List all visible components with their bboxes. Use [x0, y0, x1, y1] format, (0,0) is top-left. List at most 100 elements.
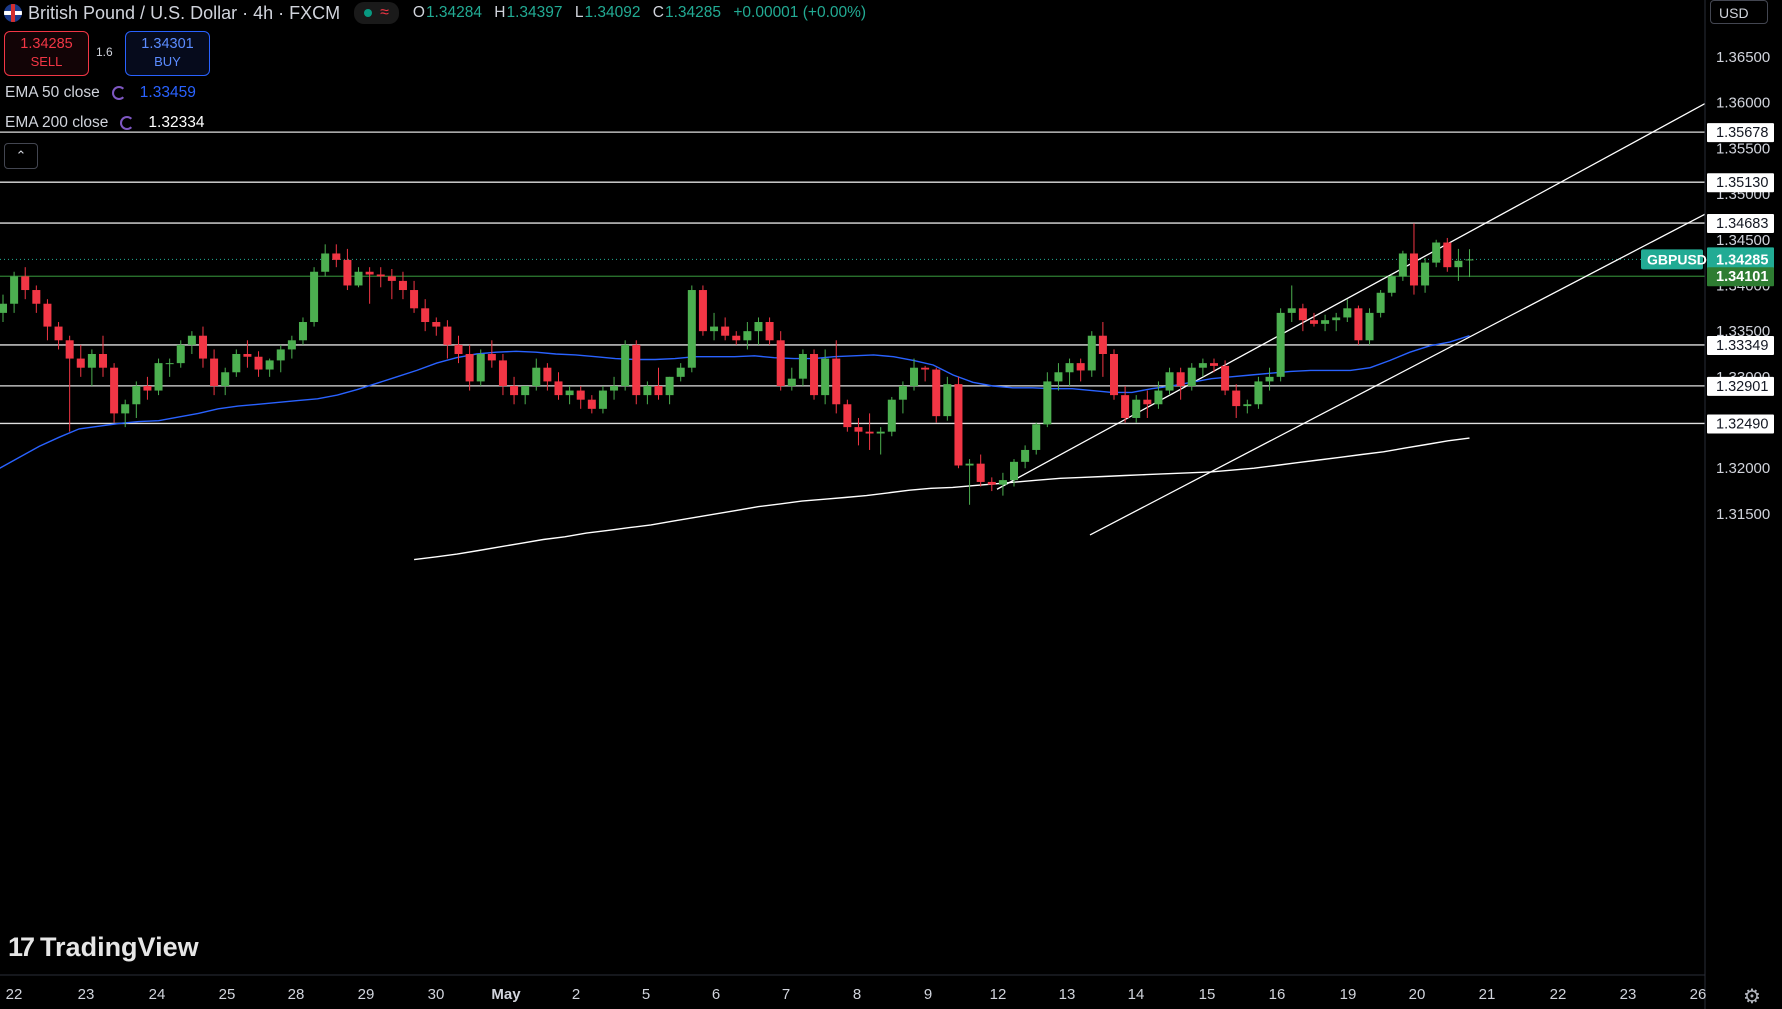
candle-body [1354, 308, 1363, 341]
candle [254, 351, 263, 377]
symbol-title[interactable]: British Pound / U.S. Dollar · 4h · FXCM [28, 3, 340, 24]
candle [1421, 258, 1430, 293]
data-feed-icon: ≈ [380, 4, 389, 21]
candle-body [1221, 365, 1230, 391]
candle [1287, 285, 1296, 323]
candle-body [654, 385, 663, 396]
candle [754, 317, 763, 345]
gear-icon[interactable]: ⚙ [1743, 984, 1761, 1009]
candle-body [676, 367, 685, 377]
candle-body [421, 308, 430, 323]
candle-body [465, 354, 474, 382]
candle-body [698, 290, 707, 332]
candle-body [1454, 260, 1463, 268]
buy-price: 1.34301 [141, 36, 194, 52]
candle-body [765, 322, 774, 341]
price-axis[interactable]: 1.365001.360001.355001.350001.345001.340… [0, 0, 1774, 1009]
low-value: 1.34092 [584, 4, 641, 21]
candle [287, 335, 296, 359]
candle-body [165, 363, 174, 365]
candle-body [598, 390, 607, 409]
candle [0, 294, 7, 323]
candle-body [265, 360, 274, 370]
candle-body [687, 290, 696, 368]
indicator-ema200[interactable]: EMA 200 close 1.32334 [5, 114, 204, 132]
current-price-label: 1.34285 [1716, 252, 1768, 268]
x-tick-label: 15 [1199, 986, 1216, 1003]
candle [532, 358, 541, 391]
channel-line[interactable] [996, 103, 1706, 490]
symbol-tag: GBPUSD [1647, 251, 1707, 267]
candle [498, 354, 507, 396]
x-tick-label: 26 [1690, 986, 1707, 1003]
candle [1332, 312, 1341, 332]
candle-body [1298, 308, 1307, 321]
candle-body [754, 322, 763, 332]
price-chart[interactable]: 1.365001.360001.355001.350001.345001.340… [0, 0, 1782, 1009]
currency-selector[interactable]: USD [1710, 0, 1768, 24]
time-axis[interactable]: 22 23 24 25 28 29 30 May 2 5 6 7 8 9 12 13 14 15 16 19 20 21 2… [6, 986, 1707, 1003]
y-tick-label: 1.32000 [1716, 460, 1770, 477]
candle [721, 317, 730, 341]
indicator-ema50[interactable]: EMA 50 close 1.33459 [5, 84, 196, 102]
candle-body [932, 369, 941, 417]
candle [310, 267, 319, 327]
candle-body [865, 431, 874, 434]
candle [354, 267, 363, 288]
candle [1143, 390, 1152, 418]
candle-body [221, 372, 230, 386]
buy-label: BUY [154, 54, 181, 69]
candle-body [887, 399, 896, 432]
candle-body [176, 344, 185, 364]
candle-body [1098, 335, 1107, 354]
candle-body [576, 390, 585, 400]
sell-price: 1.34285 [20, 36, 73, 52]
candle [998, 472, 1007, 496]
candle-body [254, 356, 263, 370]
sell-button[interactable]: 1.34285 SELL [4, 31, 89, 76]
gbp-usd-flag-icon [4, 4, 22, 22]
x-tick-label: 29 [358, 986, 375, 1003]
candle [910, 358, 919, 391]
candle [198, 326, 207, 368]
x-tick-label: 8 [853, 986, 861, 1003]
candle-body [321, 253, 330, 272]
candle-body [10, 276, 19, 304]
symbol-header[interactable]: British Pound / U.S. Dollar · 4h · FXCM … [4, 2, 866, 24]
candle-body [632, 344, 641, 396]
trend-channel[interactable] [996, 103, 1706, 536]
candle-body [943, 384, 952, 417]
x-tick-label: May [491, 986, 521, 1003]
low-key: L [574, 4, 584, 21]
candle-body [43, 303, 52, 327]
candle-body [554, 381, 563, 396]
candle-body [0, 303, 7, 313]
tradingview-logo[interactable]: 17 TradingView [8, 932, 199, 963]
level-label: 1.35130 [1716, 175, 1768, 191]
market-open-dot-icon [364, 9, 373, 17]
candle-body [1398, 253, 1407, 277]
candle [110, 363, 119, 423]
candle [1098, 322, 1107, 377]
candle [1376, 290, 1385, 318]
candle [632, 340, 641, 405]
candle-body [65, 340, 74, 359]
candle [510, 376, 519, 405]
close-key: C [652, 4, 664, 21]
open-key: O [412, 4, 425, 21]
candle-body [1154, 390, 1163, 405]
candle-body [1209, 363, 1218, 366]
candle [787, 367, 796, 391]
candle-body [798, 354, 807, 379]
indicator-value: 1.33459 [139, 84, 196, 101]
horizontal-levels[interactable] [0, 131, 1705, 425]
indicator-value: 1.32334 [148, 114, 205, 131]
market-status[interactable]: ≈ [354, 2, 399, 24]
collapse-legend-button[interactable]: ⌃ [4, 143, 38, 169]
buy-button[interactable]: 1.34301 BUY [125, 31, 210, 76]
candle-body [1421, 262, 1430, 286]
high-value: 1.34397 [506, 4, 563, 21]
y-tick-label: 1.35500 [1716, 140, 1770, 157]
candle-body [343, 259, 352, 286]
candle [1343, 299, 1352, 323]
